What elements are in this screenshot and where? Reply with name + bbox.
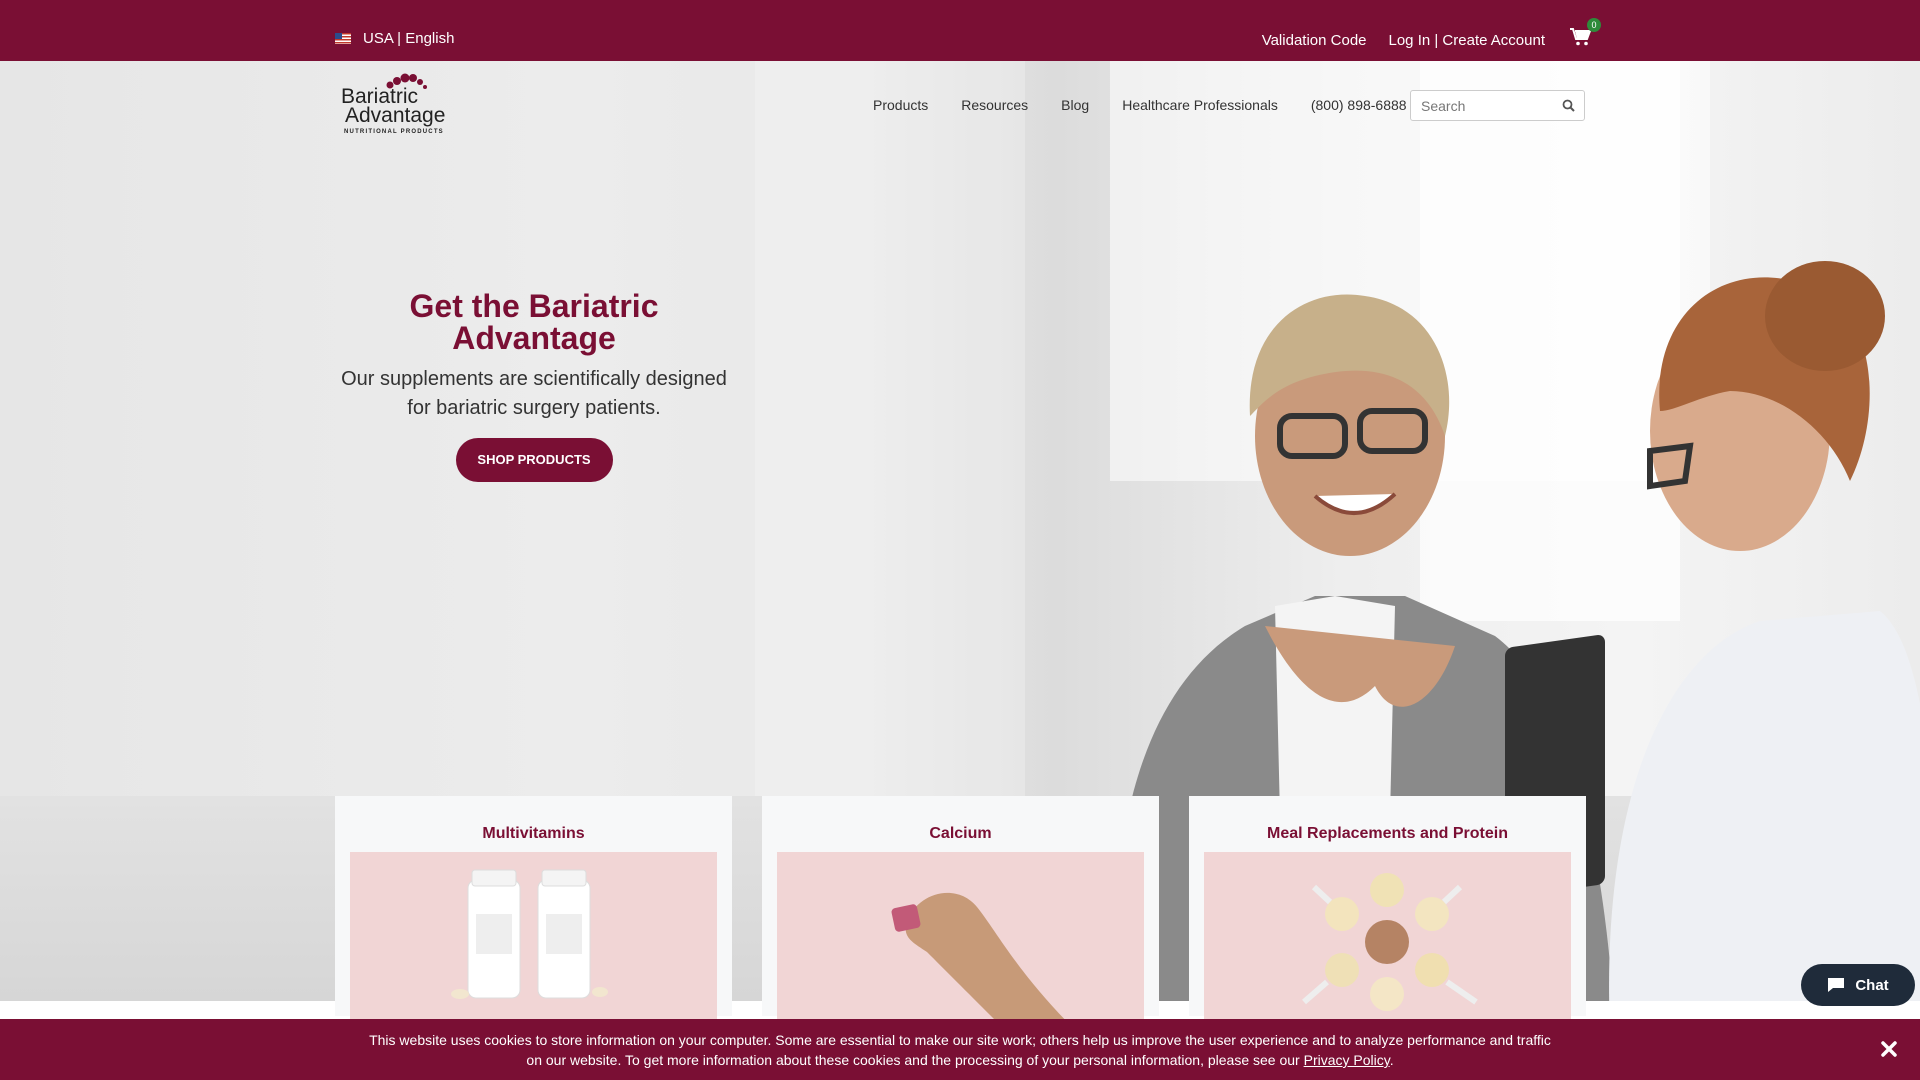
doctor-image (1609, 261, 1920, 1001)
main-nav: Products Resources Blog Healthcare Profe… (873, 97, 1407, 113)
cookie-banner: This website uses cookies to store infor… (0, 1019, 1920, 1080)
us-flag-icon (335, 33, 351, 44)
search-icon[interactable] (1562, 99, 1575, 112)
nav-item-healthcare-professionals[interactable]: Healthcare Professionals (1122, 97, 1278, 113)
cart-count-badge: 0 (1587, 18, 1601, 32)
search-box (1410, 90, 1585, 121)
privacy-policy-link[interactable]: Privacy Policy (1304, 1052, 1390, 1068)
bariatric-advantage-logo[interactable]: Bariatric Advantage NUTRITIONAL PRODUCTS (341, 72, 461, 136)
category-title: Multivitamins (482, 825, 585, 842)
category-card-multivitamins[interactable]: Multivitamins (335, 796, 732, 1032)
cart-button[interactable]: 0 (1569, 18, 1601, 47)
category-card-calcium[interactable]: Calcium (762, 796, 1159, 1032)
category-title: Meal Replacements and Protein (1267, 825, 1508, 842)
search-input[interactable] (1411, 91, 1551, 120)
category-title: Calcium (929, 825, 992, 842)
shop-products-button[interactable]: SHOP PRODUCTS (455, 438, 613, 482)
nav-item-phone[interactable]: (800) 898-6888 (1311, 97, 1407, 113)
svg-text:NUTRITIONAL PRODUCTS: NUTRITIONAL PRODUCTS (344, 129, 444, 135)
category-card-meal-replacements[interactable]: Meal Replacements and Protein (1189, 796, 1586, 1032)
protein-scoops-image (1204, 852, 1571, 1032)
top-utility-bar: USA | English Validation Code Log In | C… (0, 0, 1920, 61)
cookie-text-end: . (1389, 1052, 1394, 1068)
vitamin-bottles-image (350, 852, 717, 1032)
validation-code-link[interactable]: Validation Code (1262, 32, 1367, 49)
hero-subtitle: Our supplements are scientifically desig… (341, 368, 727, 419)
nav-item-products[interactable]: Products (873, 97, 928, 113)
cookie-message: This website uses cookies to store infor… (360, 1030, 1560, 1070)
locale-label: USA | English (363, 30, 455, 47)
locale-selector[interactable]: USA | English (335, 30, 454, 47)
chewable-hand-image (777, 852, 1144, 1032)
hero-content: Get the Bariatric Advantage Our suppleme… (334, 290, 734, 482)
nav-item-blog[interactable]: Blog (1061, 97, 1089, 113)
hero-title: Get the Bariatric Advantage (409, 288, 659, 356)
shopping-cart-icon (1570, 28, 1592, 46)
chat-label: Chat (1855, 976, 1889, 994)
login-create-account-link[interactable]: Log In | Create Account (1389, 32, 1546, 49)
nav-item-resources[interactable]: Resources (961, 97, 1028, 113)
close-icon[interactable] (1881, 1041, 1897, 1057)
svg-text:Advantage: Advantage (345, 104, 445, 127)
chat-bubble-icon (1828, 978, 1845, 992)
chat-button[interactable]: Chat (1801, 964, 1915, 1006)
